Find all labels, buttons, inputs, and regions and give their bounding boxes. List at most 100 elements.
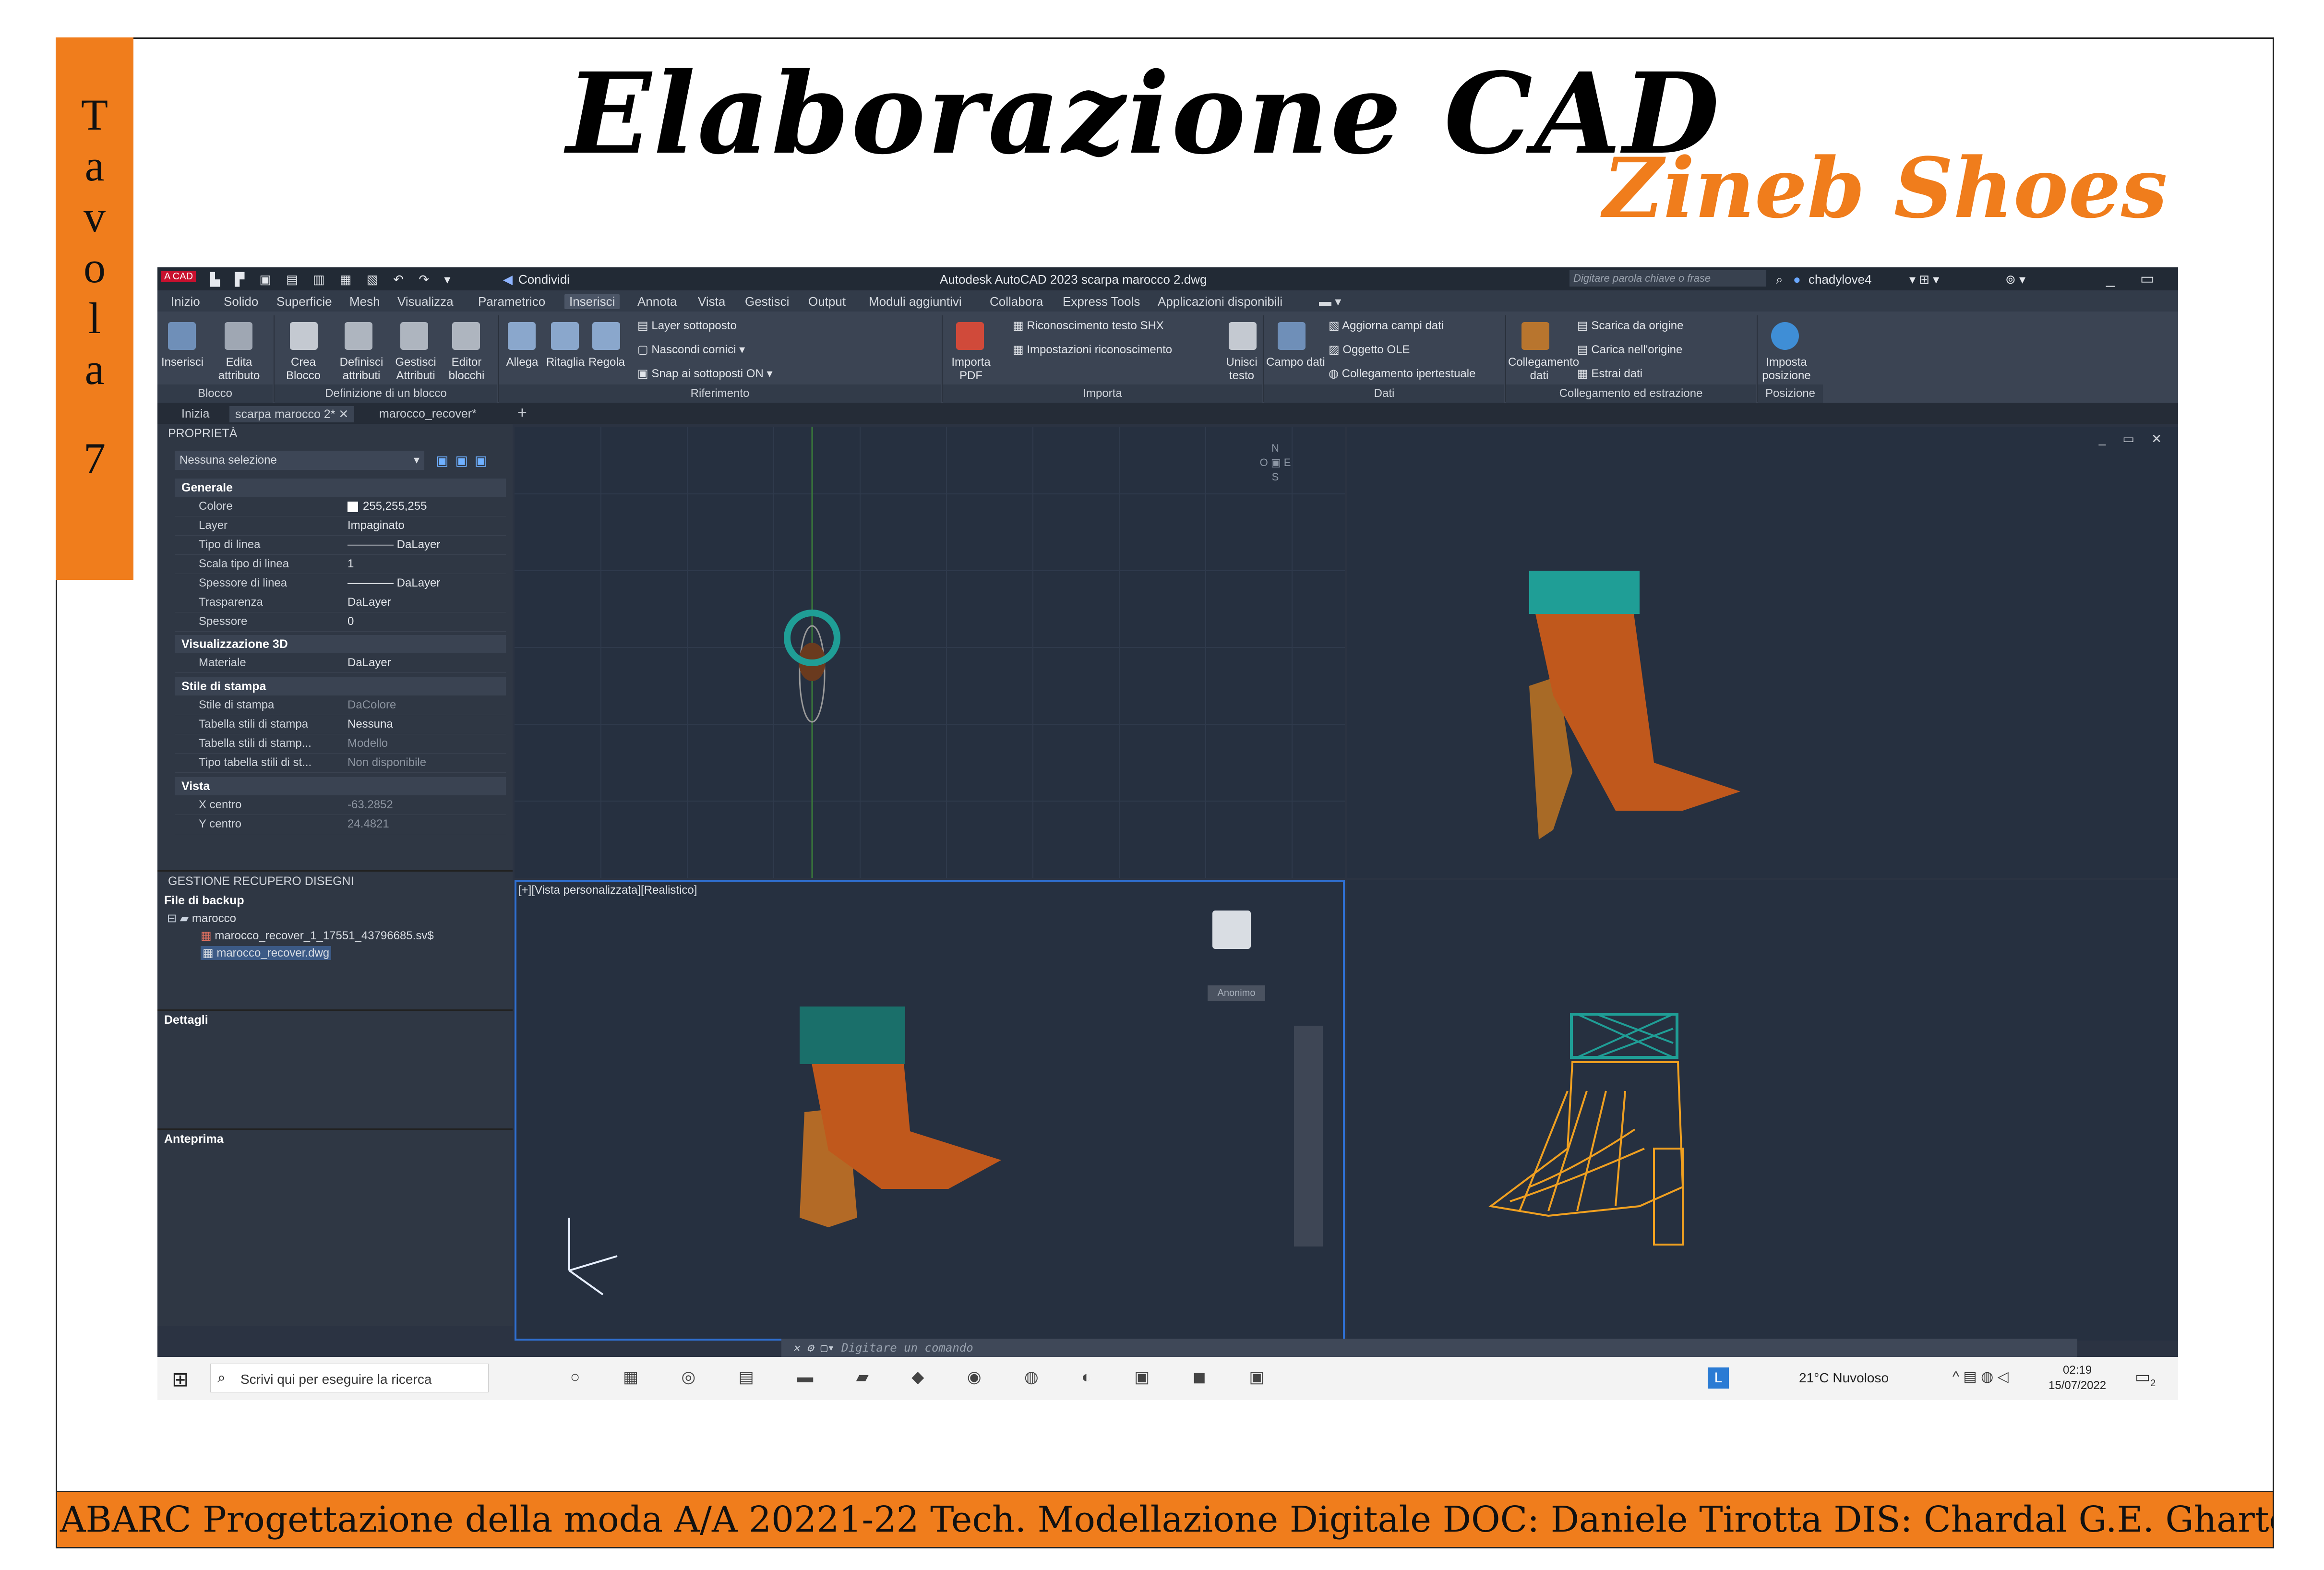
collegamento-dati-button[interactable]: Collegamento dati bbox=[1508, 356, 1579, 383]
share-icon[interactable]: ◀ bbox=[503, 272, 513, 287]
viewport-top[interactable]: N O ▣ E S bbox=[515, 427, 1345, 878]
tab-inizio[interactable]: Inizio bbox=[171, 294, 200, 309]
window-controls[interactable]: _ ▭ ✕ bbox=[2106, 269, 2178, 288]
tab-overflow-icon[interactable]: ▬ ▾ bbox=[1319, 294, 1341, 309]
viewport-active[interactable]: [+][Vista personalizzata][Realistico] An… bbox=[515, 880, 1345, 1341]
property-row[interactable]: Stile di stampa DaColore bbox=[175, 695, 506, 715]
property-row[interactable]: Tipo tabella stili di st... Non disponibi… bbox=[175, 753, 506, 773]
imposta-posizione-button[interactable]: Imposta posizione bbox=[1758, 356, 1815, 383]
backup-files-section[interactable]: File di backup bbox=[157, 891, 513, 910]
tab-start[interactable]: Inizia bbox=[181, 407, 209, 421]
tab-collabora[interactable]: Collabora bbox=[990, 294, 1043, 309]
property-row[interactable]: Tabella stili di stampa Nessuna bbox=[175, 715, 506, 734]
extract-data-item[interactable]: ▦ Estrai dati bbox=[1577, 367, 1642, 381]
quick-select-icons[interactable]: ▣▣▣ bbox=[436, 453, 494, 468]
tab-inserisci[interactable]: Inserisci bbox=[564, 294, 620, 309]
tab-express-tools[interactable]: Express Tools bbox=[1063, 294, 1140, 309]
group-dati[interactable]: Dati bbox=[1264, 384, 1504, 403]
property-row[interactable]: Spessore di linea ———— DaLayer bbox=[175, 574, 506, 593]
viewport-right-bottom[interactable] bbox=[1347, 880, 2178, 1341]
section-vista[interactable]: Vista bbox=[175, 777, 506, 795]
property-row[interactable]: Spessore 0 bbox=[175, 612, 506, 632]
tab-output[interactable]: Output bbox=[808, 294, 846, 309]
crea-blocco-button[interactable]: Crea Blocco bbox=[281, 356, 325, 383]
define-attributes-icon[interactable] bbox=[345, 322, 372, 350]
unisci-testo-button[interactable]: Unisci testo bbox=[1222, 356, 1261, 383]
share-button[interactable]: Condividi bbox=[518, 272, 570, 287]
regola-button[interactable]: Regola bbox=[587, 356, 626, 369]
download-source-item[interactable]: ▤ Scarica da origine bbox=[1577, 319, 1683, 333]
group-posizione[interactable]: Posizione bbox=[1758, 384, 1823, 403]
ritaglia-button[interactable]: Ritaglia bbox=[545, 356, 586, 369]
cart-icon[interactable]: ▾ ⊞ ▾ bbox=[1909, 272, 1939, 287]
close-icon[interactable]: ✕ bbox=[338, 407, 348, 421]
details-section[interactable]: Dettagli bbox=[157, 1009, 513, 1028]
tab-parametrico[interactable]: Parametrico bbox=[478, 294, 545, 309]
adjust-icon[interactable] bbox=[592, 322, 620, 350]
tray-icons[interactable]: ^ ▤ ◍ ◁ bbox=[1953, 1368, 2009, 1385]
allega-button[interactable]: Allega bbox=[503, 356, 541, 369]
backup-file-item[interactable]: ▦ marocco_recover.dwg bbox=[201, 946, 332, 960]
tab-superficie[interactable]: Superficie bbox=[276, 294, 332, 309]
viewport-right-top[interactable]: _ ▭ ✕ bbox=[1347, 427, 2178, 878]
upload-source-item[interactable]: ▤ Carica nell'origine bbox=[1577, 343, 1682, 357]
edit-attribute-icon[interactable] bbox=[225, 322, 252, 350]
globe-icon[interactable] bbox=[1771, 322, 1799, 350]
search-input[interactable]: Digitare parola chiave o frase bbox=[1569, 270, 1766, 287]
taskbar-app-icons[interactable]: ○ ▦ ◎ ▤ ▬ ▰ ◆ ◉ ◍ ◐ ▣ ◼ ▣ bbox=[570, 1367, 1283, 1387]
edita-attributo-button[interactable]: Edita attributo bbox=[210, 356, 268, 383]
selection-dropdown[interactable]: Nessuna selezione ▾ bbox=[175, 451, 424, 470]
tab-marocco-recover[interactable]: marocco_recover* bbox=[379, 407, 477, 421]
property-row[interactable]: X centro -63.2852 bbox=[175, 795, 506, 815]
property-row[interactable]: Tipo di linea ———— DaLayer bbox=[175, 535, 506, 555]
combine-text-icon[interactable] bbox=[1229, 322, 1257, 350]
section-stile-stampa[interactable]: Stile di stampa bbox=[175, 677, 506, 695]
group-collegamento[interactable]: Collegamento ed estrazione bbox=[1506, 384, 1756, 403]
section-generale[interactable]: Generale bbox=[175, 479, 506, 497]
underlay-layers-item[interactable]: ▤ Layer sottoposto bbox=[637, 319, 737, 333]
group-importa[interactable]: Importa bbox=[943, 384, 1262, 403]
data-link-extract-icon[interactable] bbox=[1521, 322, 1549, 350]
editor-blocchi-button[interactable]: Editor blocchi bbox=[444, 356, 489, 383]
property-row[interactable]: Layer Impaginato bbox=[175, 516, 506, 536]
update-fields-item[interactable]: ▧ Aggiorna campi dati bbox=[1329, 319, 1444, 333]
data-link-icon[interactable] bbox=[1278, 322, 1306, 350]
tab-scarpa-marocco[interactable]: scarpa marocco 2* ✕ bbox=[229, 406, 355, 422]
start-icon[interactable]: ⊞ bbox=[172, 1367, 189, 1391]
ole-object-item[interactable]: ▨ Oggetto OLE bbox=[1329, 343, 1410, 357]
tab-vista[interactable]: Vista bbox=[698, 294, 725, 309]
notification-icon[interactable]: ▭2 bbox=[2135, 1367, 2156, 1389]
tab-solido[interactable]: Solido bbox=[224, 294, 258, 309]
tab-annota[interactable]: Annota bbox=[637, 294, 677, 309]
backup-file-item[interactable]: ▦ marocco_recover_1_17551_43796685.sv$ bbox=[201, 929, 434, 943]
shx-recognition-item[interactable]: ▦ Riconoscimento testo SHX bbox=[1013, 319, 1164, 333]
hide-frames-item[interactable]: ▢ Nascondi cornici ▾ bbox=[637, 343, 745, 357]
property-row[interactable]: Trasparenza DaLayer bbox=[175, 593, 506, 612]
help-icon[interactable]: ⊚ ▾ bbox=[2005, 272, 2025, 287]
taskbar-search[interactable]: ⌕ Scrivi qui per eseguire la ricerca bbox=[210, 1364, 489, 1392]
ucs-dropdown[interactable]: Anonimo bbox=[1208, 985, 1265, 1001]
insert-block-icon[interactable] bbox=[168, 322, 196, 350]
group-blocco[interactable]: Blocco bbox=[157, 384, 273, 403]
group-definizione[interactable]: Definizione di un blocco bbox=[275, 384, 497, 403]
inserisci-button[interactable]: Inserisci bbox=[161, 356, 204, 369]
command-line[interactable]: ✕ ⚙ ▢▾ Digitare un comando bbox=[781, 1339, 2077, 1357]
recognition-settings-item[interactable]: ▦ Impostazioni riconoscimento bbox=[1013, 343, 1172, 357]
user-icon[interactable]: ● bbox=[1793, 272, 1801, 287]
tab-applicazioni[interactable]: Applicazioni disponibili bbox=[1158, 294, 1282, 309]
tab-mesh[interactable]: Mesh bbox=[349, 294, 380, 309]
folder-item[interactable]: ⊟ ▰ marocco bbox=[167, 911, 236, 925]
taskbar-app-l-icon[interactable]: L bbox=[1708, 1367, 1729, 1389]
snap-underlays-item[interactable]: ▣ Snap ai sottoposti ON ▾ bbox=[637, 367, 773, 381]
viewport-controls[interactable]: _ ▭ ✕ bbox=[2099, 431, 2168, 446]
navigation-bar[interactable] bbox=[1294, 1026, 1323, 1246]
property-row[interactable]: Tabella stili di stamp... Modello bbox=[175, 734, 506, 754]
attach-icon[interactable] bbox=[508, 322, 536, 350]
viewcube-icon[interactable] bbox=[1212, 911, 1251, 949]
tab-gestisci[interactable]: Gestisci bbox=[745, 294, 789, 309]
hyperlink-item[interactable]: ◍ Collegamento ipertestuale bbox=[1329, 367, 1475, 381]
group-riferimento[interactable]: Riferimento bbox=[499, 384, 941, 403]
import-pdf-icon[interactable] bbox=[956, 322, 984, 350]
property-row[interactable]: Colore 255,255,255 bbox=[175, 497, 506, 516]
property-row[interactable]: Scala tipo di linea 1 bbox=[175, 554, 506, 574]
